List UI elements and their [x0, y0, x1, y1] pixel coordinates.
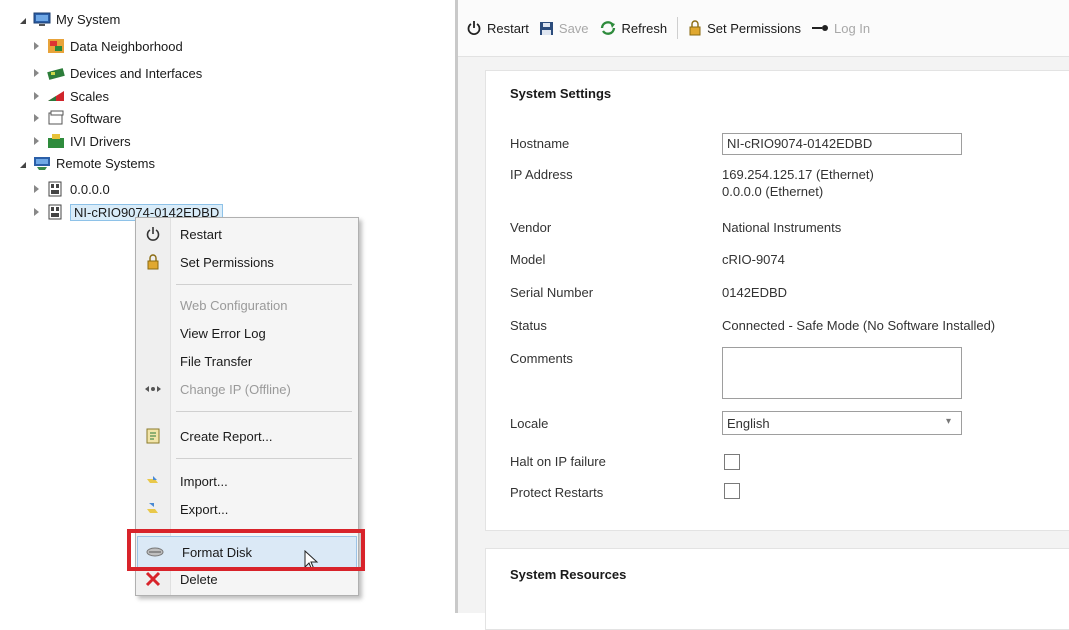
tree-label: Scales: [70, 88, 110, 104]
comments-label: Comments: [510, 351, 573, 366]
vendor-label: Vendor: [510, 220, 552, 235]
collapsed-icon[interactable]: [32, 184, 42, 194]
menu-item-change-ip[interactable]: Change IP (Offline): [136, 374, 358, 404]
menu-item-file-transfer[interactable]: File Transfer: [136, 346, 358, 376]
halt-on-ip-failure-checkbox[interactable]: [724, 454, 740, 470]
locale-selected-value: English: [727, 416, 770, 431]
menu-item-web-configuration[interactable]: Web Configuration: [136, 290, 358, 320]
model-value: cRIO-9074: [722, 252, 785, 267]
refresh-icon: [599, 20, 617, 36]
vendor-value: National Instruments: [722, 220, 842, 235]
export-icon: [136, 501, 170, 517]
collapsed-icon[interactable]: [32, 207, 42, 217]
tree-label: Data Neighborhood: [70, 38, 183, 54]
tree-label: Software: [70, 110, 122, 126]
collapsed-icon[interactable]: [32, 41, 42, 51]
collapsed-icon[interactable]: [32, 68, 42, 78]
toolbar: Restart Save Refresh Set Permissions Log…: [458, 0, 1069, 57]
ip-address-label: IP Address: [510, 167, 573, 182]
section-title: System Settings: [510, 86, 612, 101]
serial-number-label: Serial Number: [510, 285, 594, 300]
tree-item-software[interactable]: Software: [32, 108, 121, 128]
ivi-drivers-icon: [47, 133, 65, 149]
menu-item-view-error-log[interactable]: View Error Log: [136, 318, 358, 348]
menu-item-restart[interactable]: Restart: [136, 219, 358, 249]
tree-item-my-system[interactable]: My System: [18, 9, 120, 29]
model-label: Model: [510, 252, 546, 267]
delete-icon: [136, 571, 170, 587]
collapsed-icon[interactable]: [32, 91, 42, 101]
protect-restarts-label: Protect Restarts: [510, 485, 604, 500]
toolbar-set-permissions-button[interactable]: Set Permissions: [688, 20, 801, 36]
report-icon: [136, 428, 170, 444]
menu-separator: [176, 284, 352, 285]
login-key-icon: [811, 23, 829, 33]
computer-icon: [33, 11, 51, 27]
tree-item-devices[interactable]: Devices and Interfaces: [32, 63, 202, 83]
toolbar-restart-button[interactable]: Restart: [466, 20, 529, 36]
save-icon: [539, 21, 554, 36]
hostname-field[interactable]: NI-cRIO9074-0142EDBD: [722, 133, 962, 155]
serial-number-value: 0142EDBD: [722, 285, 788, 300]
menu-separator: [176, 411, 352, 412]
tree-item-scales[interactable]: Scales: [32, 86, 109, 106]
chevron-down-icon: ▾: [945, 416, 951, 427]
tree-item-ivi[interactable]: IVI Drivers: [32, 131, 131, 151]
toolbar-separator: [677, 17, 679, 39]
tree-label: My System: [56, 11, 121, 27]
toolbar-login-button[interactable]: Log In: [811, 21, 870, 36]
power-icon: [136, 226, 170, 242]
collapsed-icon[interactable]: [32, 136, 42, 146]
menu-item-export[interactable]: Export...: [136, 494, 358, 524]
halt-on-ip-failure-label: Halt on IP failure: [510, 454, 606, 469]
devices-icon: [47, 65, 65, 81]
tree-label: Remote Systems: [56, 155, 155, 171]
menu-item-set-permissions[interactable]: Set Permissions: [136, 247, 358, 277]
change-ip-icon: [136, 384, 170, 394]
collapsed-icon[interactable]: [32, 113, 42, 123]
status-label: Status: [510, 318, 547, 333]
tree-label: 0.0.0.0: [70, 181, 110, 197]
tree-item-data-neighborhood[interactable]: Data Neighborhood: [32, 36, 183, 56]
software-icon: [47, 110, 65, 126]
expanded-icon[interactable]: [18, 158, 28, 168]
lock-icon: [688, 20, 702, 36]
import-icon: [136, 473, 170, 489]
locale-select[interactable]: English ▾: [722, 411, 962, 435]
network-icon: [33, 155, 51, 171]
expanded-icon[interactable]: [18, 14, 28, 24]
system-resources-section: System Resources: [485, 548, 1069, 630]
toolbar-refresh-button[interactable]: Refresh: [599, 20, 667, 36]
locale-label: Locale: [510, 416, 549, 431]
properties-panel: Restart Save Refresh Set Permissions Log…: [458, 0, 1069, 630]
menu-item-import[interactable]: Import...: [136, 466, 358, 496]
menu-item-create-report[interactable]: Create Report...: [136, 421, 358, 451]
tree-item-remote-systems[interactable]: Remote Systems: [18, 153, 155, 173]
tree-label: Devices and Interfaces: [70, 65, 203, 81]
menu-separator: [176, 458, 352, 459]
ip-address-value-1: 169.254.125.17 (Ethernet): [722, 167, 874, 182]
scales-icon: [47, 88, 65, 104]
target-icon: [47, 181, 65, 197]
section-title: System Resources: [510, 567, 627, 582]
target-icon: [47, 204, 65, 220]
tree-item-ip0[interactable]: 0.0.0.0: [32, 179, 110, 199]
hostname-label: Hostname: [510, 136, 570, 151]
system-settings-section: System Settings Hostname NI-cRIO9074-014…: [485, 70, 1069, 531]
data-neighborhood-icon: [47, 38, 65, 54]
ip-address-value-2: 0.0.0.0 (Ethernet): [722, 184, 824, 199]
toolbar-save-button[interactable]: Save: [539, 21, 589, 36]
protect-restarts-checkbox[interactable]: [724, 483, 740, 499]
highlight-box: [127, 529, 365, 571]
comments-field[interactable]: [722, 347, 962, 399]
tree-label: IVI Drivers: [70, 133, 131, 149]
lock-icon: [136, 254, 170, 270]
power-icon: [466, 20, 482, 36]
status-value: Connected - Safe Mode (No Software Insta…: [722, 318, 996, 333]
